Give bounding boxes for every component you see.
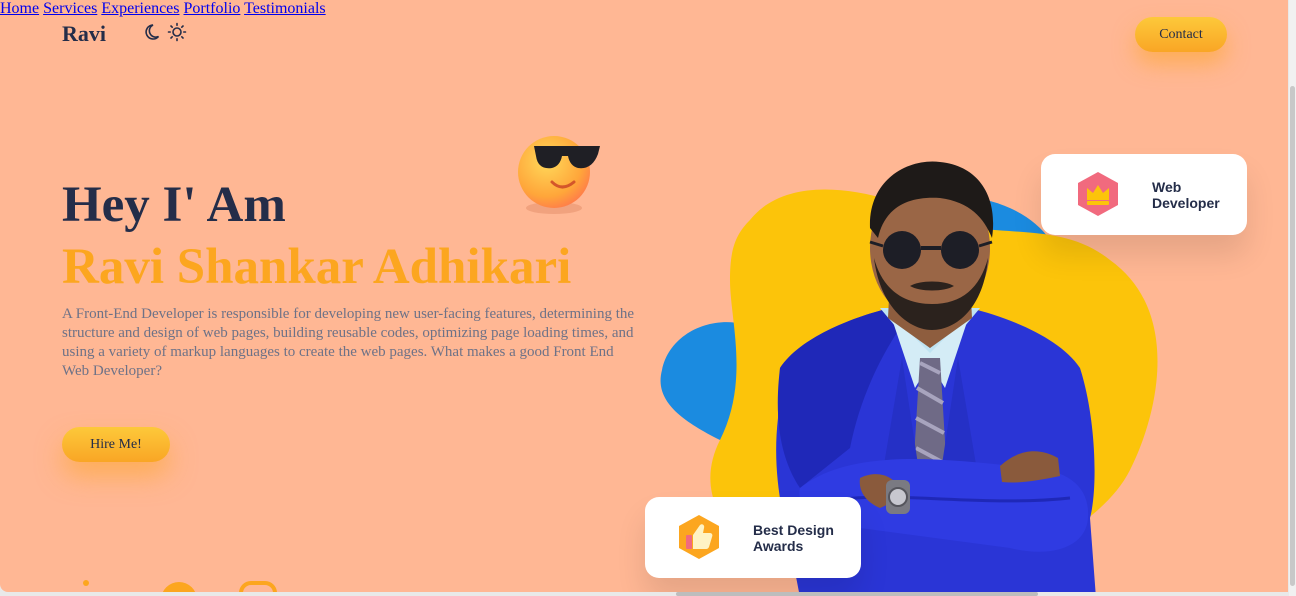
nav-link-testimonials[interactable]: Testimonials — [244, 0, 326, 17]
nav-link-services[interactable]: Services — [43, 0, 97, 17]
card-award-line1: Best Design — [753, 522, 834, 538]
social-icon[interactable] — [238, 576, 278, 592]
best-design-card: Best Design Awards — [645, 497, 861, 578]
main-nav: Home Services Experiences Portfolio Test… — [0, 0, 1288, 18]
horizontal-scrollbar[interactable] — [676, 592, 1038, 596]
contact-button[interactable]: Contact — [1135, 17, 1227, 52]
card-award-line2: Awards — [753, 538, 804, 554]
hero-page: Ravi Home Services Experiences Portfolio… — [0, 0, 1288, 592]
hire-me-button[interactable]: Hire Me! — [62, 427, 170, 462]
card-web-line2: Developer — [1152, 195, 1220, 211]
site-logo[interactable]: Ravi — [62, 21, 106, 47]
nav-link-home[interactable]: Home — [0, 0, 39, 17]
crown-icon — [1078, 172, 1118, 216]
scrollbar-thumb[interactable] — [1290, 86, 1295, 586]
sunglasses-emoji-icon — [518, 136, 600, 214]
thumbs-up-icon — [679, 515, 719, 559]
card-web-line1: Web — [1152, 179, 1182, 195]
social-icon[interactable] — [160, 576, 200, 592]
web-developer-card: Web Developer — [1041, 154, 1247, 235]
vertical-scrollbar[interactable] — [1289, 0, 1296, 596]
nav-link-experiences[interactable]: Experiences — [101, 0, 179, 17]
sun-icon — [167, 22, 187, 42]
nav-link-portfolio[interactable]: Portfolio — [184, 0, 241, 17]
social-icon[interactable] — [76, 576, 100, 592]
moon-icon — [145, 24, 160, 40]
theme-toggle[interactable] — [145, 22, 187, 42]
hero-name: Ravi Shankar Adhikari — [62, 239, 572, 295]
hero-description: A Front-End Developer is responsible for… — [62, 306, 635, 379]
hero-greeting: Hey I' Am — [62, 177, 286, 233]
